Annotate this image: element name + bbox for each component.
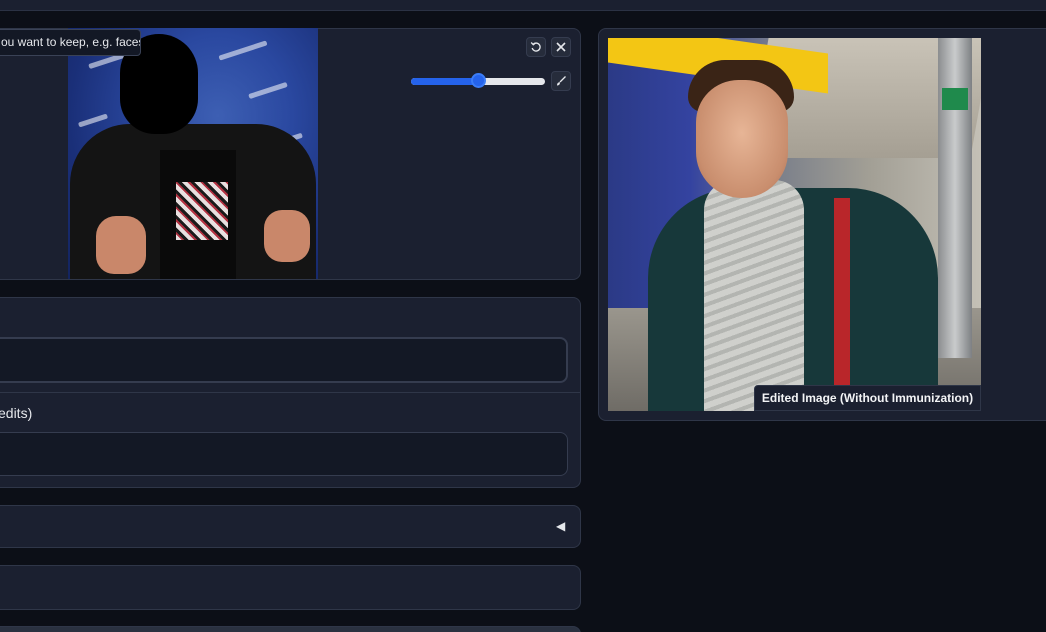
close-button[interactable] (551, 37, 571, 57)
brush-size-slider[interactable] (411, 73, 545, 88)
brush-icon (557, 76, 566, 86)
close-icon (556, 42, 566, 52)
options-panel[interactable] (0, 565, 581, 610)
divider (0, 392, 581, 393)
edit-prompt-label: edits) (0, 405, 33, 421)
brush-button[interactable] (551, 71, 571, 91)
slider-thumb[interactable] (471, 73, 486, 88)
top-bar (0, 0, 1046, 11)
prompt-input[interactable] (0, 337, 568, 383)
undo-icon (530, 42, 541, 52)
edited-image (608, 38, 981, 411)
mask-tooltip: ou want to keep, e.g. faces (0, 29, 141, 56)
bottom-panel[interactable] (0, 626, 581, 632)
collapse-arrow-icon[interactable]: ◀ (556, 519, 565, 533)
image-caption: Edited Image (Without Immunization) (754, 385, 981, 411)
accordion-header[interactable] (0, 505, 581, 548)
source-image[interactable] (68, 28, 318, 279)
undo-button[interactable] (526, 37, 546, 57)
edit-prompt-input[interactable] (0, 432, 568, 476)
